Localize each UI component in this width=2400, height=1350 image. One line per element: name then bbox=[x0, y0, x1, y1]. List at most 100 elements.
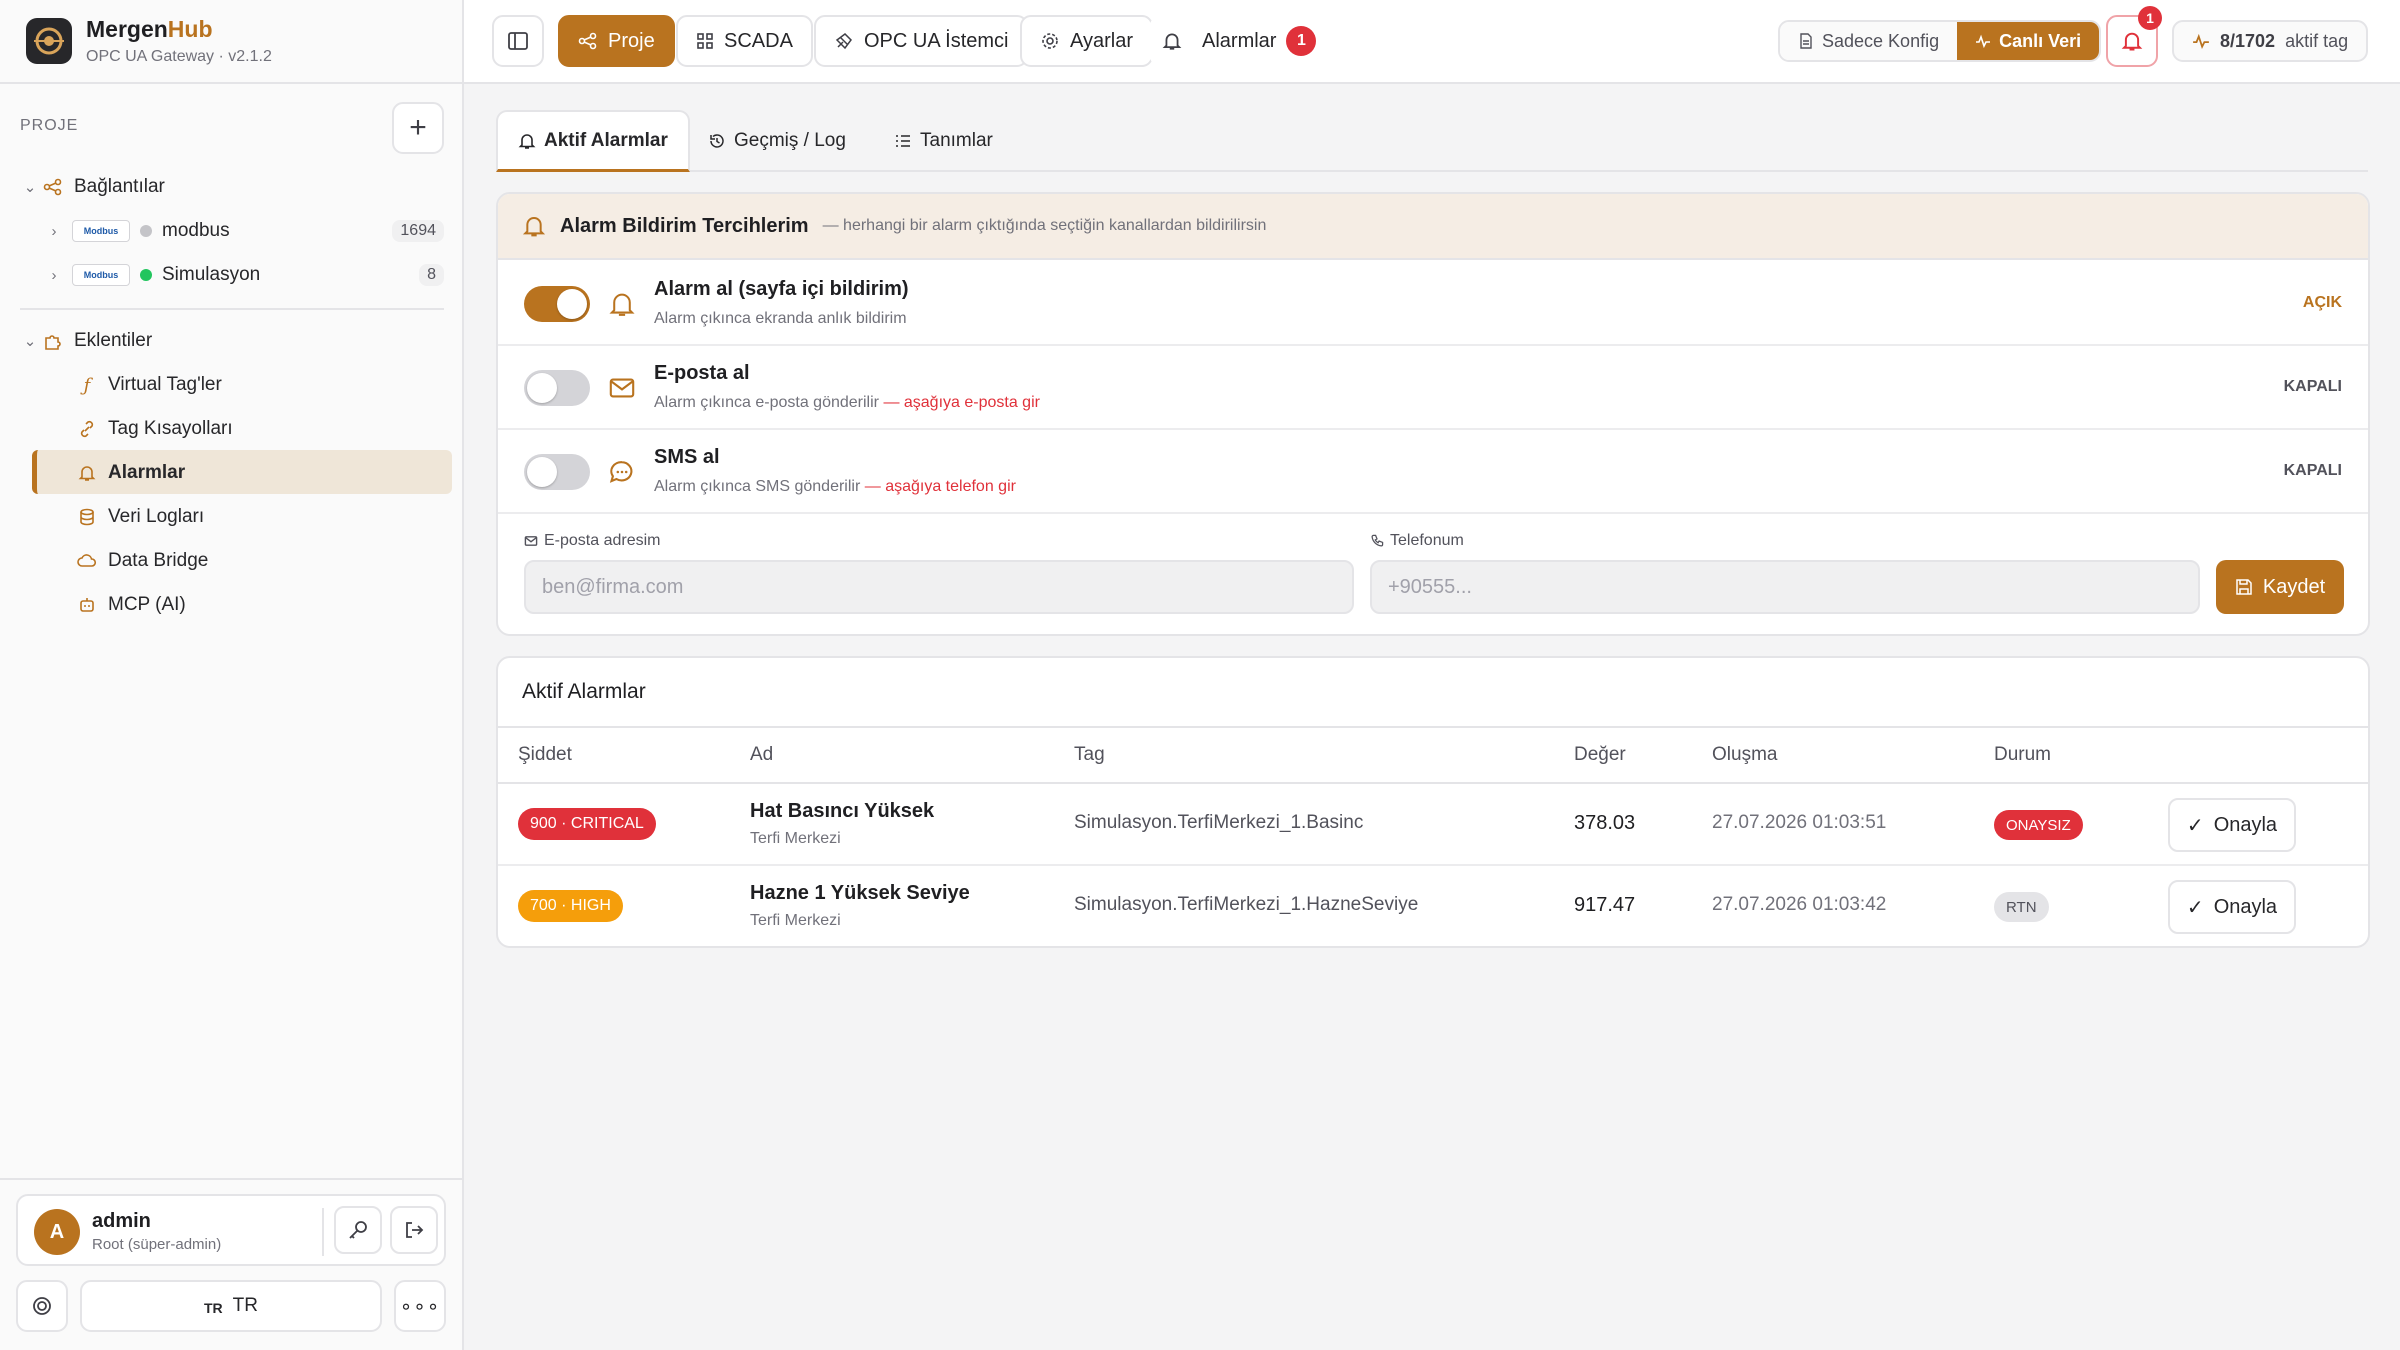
theme-toggle-button[interactable] bbox=[16, 1280, 68, 1332]
mail-icon bbox=[524, 536, 538, 546]
severity-badge: 700 · HIGH bbox=[518, 890, 623, 922]
pref-row-sms: SMS al Alarm çıkınca SMS gönderilir — aş… bbox=[498, 430, 2368, 514]
nav-proje-button[interactable]: Proje bbox=[558, 15, 675, 67]
inapp-toggle[interactable] bbox=[524, 286, 590, 322]
panel-left-icon bbox=[508, 32, 528, 50]
tab-history[interactable]: Geçmiş / Log bbox=[688, 110, 866, 172]
pref-row-inapp: Alarm al (sayfa içi bildirim) Alarm çıkı… bbox=[498, 262, 2368, 346]
check-icon: ✓ bbox=[2186, 896, 2204, 919]
sidebar-item-data-bridge[interactable]: Data Bridge bbox=[74, 542, 208, 580]
app-subtitle: OPC UA Gateway · v2.1.2 bbox=[86, 48, 272, 65]
column-header[interactable]: Durum bbox=[1994, 744, 2051, 766]
tab-definitions[interactable]: Tanımlar bbox=[874, 110, 1013, 172]
change-password-button[interactable] bbox=[334, 1206, 382, 1254]
bell-icon bbox=[518, 133, 536, 149]
app-name: MergenHub bbox=[86, 16, 213, 42]
acknowledge-button[interactable]: ✓ Onayla bbox=[2168, 880, 2296, 934]
nav-scada-button[interactable]: SCADA bbox=[676, 15, 813, 67]
pref-title: Alarm al (sayfa içi bildirim) bbox=[654, 278, 909, 300]
connection-item-simulasyon[interactable]: › Modbus Simulasyon 8 bbox=[44, 256, 444, 294]
save-icon bbox=[2236, 579, 2252, 595]
nav-label: OPC UA İstemci bbox=[864, 29, 1009, 52]
pref-subtitle: Alarm çıkınca ekranda anlık bildirim bbox=[654, 310, 907, 327]
acknowledge-label: Onayla bbox=[2213, 895, 2278, 918]
logout-button[interactable] bbox=[390, 1206, 438, 1254]
table-row: 900 · CRITICAL Hat Basıncı Yüksek Terfi … bbox=[498, 784, 2368, 866]
pref-row-email: E-posta al Alarm çıkınca e-posta gönderi… bbox=[498, 346, 2368, 430]
notification-preferences-card: Alarm Bildirim Tercihlerim — herhangi bi… bbox=[496, 192, 2370, 636]
project-section-label: PROJE bbox=[20, 117, 79, 134]
footer-divider bbox=[0, 1178, 462, 1180]
pref-title: E-posta al bbox=[654, 362, 750, 384]
file-icon bbox=[1800, 33, 1812, 49]
email-field[interactable]: ben@firma.com bbox=[524, 560, 1354, 614]
connection-name: modbus bbox=[162, 220, 230, 241]
pref-state: KAPALI bbox=[2283, 378, 2342, 395]
avatar[interactable]: A bbox=[34, 1209, 80, 1255]
mode-config-button[interactable]: Sadece Konfig bbox=[1780, 22, 1958, 60]
sms-toggle[interactable] bbox=[524, 454, 590, 490]
pref-warning: — aşağıya telefon gir bbox=[864, 478, 1016, 495]
plugins-label: Eklentiler bbox=[74, 330, 153, 351]
column-header[interactable]: Tag bbox=[1074, 744, 1105, 766]
nav-label: Proje bbox=[608, 29, 655, 52]
nav-alarms-button[interactable]: Alarmlar 1 bbox=[1150, 15, 1329, 67]
nav-opc-client-button[interactable]: OPC UA İstemci bbox=[814, 15, 1029, 67]
column-header[interactable]: Şiddet bbox=[518, 744, 572, 766]
mode-live-button[interactable]: Canlı Veri bbox=[1957, 22, 2100, 60]
more-icon: ∘∘∘ bbox=[399, 1295, 441, 1318]
alarm-tag: Simulasyon.TerfiMerkezi_1.Basinc bbox=[1074, 812, 1364, 833]
acknowledge-button[interactable]: ✓ Onayla bbox=[2168, 798, 2296, 852]
column-header[interactable]: Değer bbox=[1574, 744, 1626, 766]
sidebar-item-label: Tag Kısayolları bbox=[108, 418, 233, 439]
active-tag-suffix: aktif tag bbox=[2285, 30, 2349, 51]
email-toggle[interactable] bbox=[524, 370, 590, 406]
key-icon bbox=[349, 1221, 367, 1239]
sidebar-divider bbox=[20, 308, 444, 310]
phone-field[interactable]: +90555... bbox=[1370, 560, 2200, 614]
preferences-description: — herhangi bir alarm çıktığında seçtiğin… bbox=[822, 217, 1267, 234]
sidebar-toggle-button[interactable] bbox=[492, 15, 544, 67]
alarm-name: Hazne 1 Yüksek Seviye bbox=[750, 882, 970, 904]
column-header[interactable]: Oluşma bbox=[1712, 744, 1777, 766]
chevron-down-icon: ⌄ bbox=[23, 179, 37, 196]
active-tags-indicator: 8/1702 aktif tag bbox=[2172, 20, 2369, 62]
preferences-title: Alarm Bildirim Tercihlerim bbox=[560, 214, 809, 237]
tree-plugins[interactable]: ⌄ Eklentiler bbox=[20, 322, 444, 360]
sidebar-item-label: Data Bridge bbox=[108, 550, 209, 571]
tree-connections[interactable]: ⌄ Bağlantılar bbox=[20, 168, 444, 206]
mode-label: Canlı Veri bbox=[1999, 30, 2082, 51]
tab-active-alarms[interactable]: Aktif Alarmlar bbox=[496, 110, 690, 172]
phone-icon bbox=[1371, 534, 1384, 547]
more-button[interactable]: ∘∘∘ bbox=[394, 1280, 446, 1332]
alarm-group: Terfi Merkezi bbox=[750, 830, 841, 847]
save-button[interactable]: Kaydet bbox=[2216, 560, 2344, 614]
column-header[interactable]: Ad bbox=[750, 744, 773, 766]
add-project-button[interactable]: + bbox=[392, 102, 444, 154]
acknowledge-label: Onayla bbox=[2213, 813, 2278, 836]
sidebar-item-label: MCP (AI) bbox=[108, 594, 186, 615]
status-dot-online bbox=[140, 269, 152, 281]
connections-icon bbox=[40, 177, 66, 197]
language-select[interactable]: TR TR bbox=[80, 1280, 382, 1332]
activity-icon bbox=[2193, 33, 2209, 49]
connection-item-modbus[interactable]: › Modbus modbus 1694 bbox=[44, 212, 444, 250]
list-icon bbox=[896, 135, 910, 147]
sidebar-item-tag-shortcuts[interactable]: Tag Kısayolları bbox=[74, 410, 233, 448]
function-icon: ƒ bbox=[83, 374, 91, 396]
sidebar-item-mcp[interactable]: MCP (AI) bbox=[74, 586, 186, 624]
user-role: Root (süper-admin) bbox=[92, 1236, 222, 1253]
active-alarms-card: Aktif Alarmlar Şiddet Ad Tag Değer Oluşm… bbox=[496, 656, 2370, 948]
tab-label: Tanımlar bbox=[920, 130, 993, 151]
nav-label: Alarmlar bbox=[1202, 29, 1277, 52]
table-row: 700 · HIGH Hazne 1 Yüksek Seviye Terfi M… bbox=[498, 866, 2368, 946]
tag-count-badge: 1694 bbox=[392, 220, 444, 242]
sidebar-item-data-logs[interactable]: Veri Logları bbox=[74, 498, 204, 536]
nav-settings-button[interactable]: Ayarlar bbox=[1020, 15, 1153, 67]
language-label: TR bbox=[232, 1295, 258, 1316]
active-tag-count: 8/1702 bbox=[2220, 30, 2276, 51]
sidebar-item-label: Veri Logları bbox=[108, 506, 205, 527]
sidebar-item-alarms[interactable]: Alarmlar bbox=[74, 454, 185, 492]
sidebar-item-virtual-tags[interactable]: ƒ Virtual Tag'ler bbox=[74, 366, 222, 404]
nav-label: Ayarlar bbox=[1070, 29, 1133, 52]
